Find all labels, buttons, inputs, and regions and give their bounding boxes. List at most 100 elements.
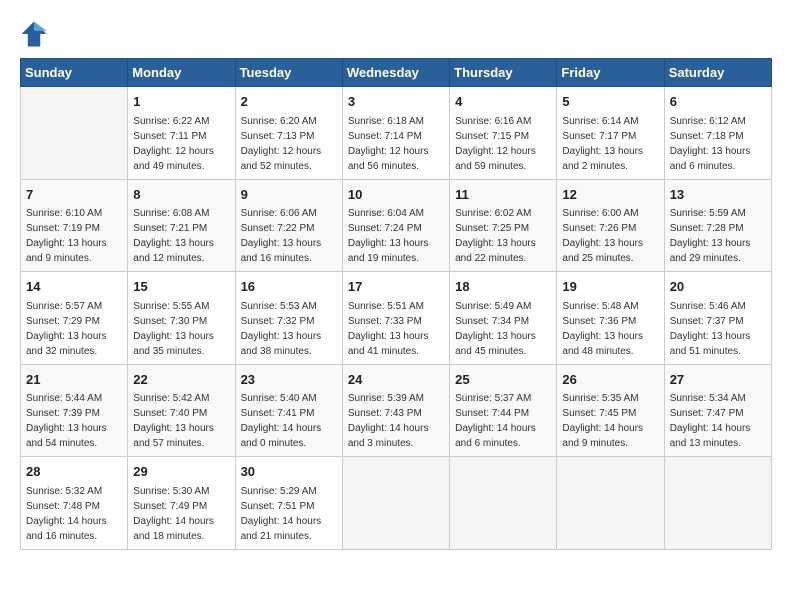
calendar-cell: 3 Sunrise: 6:18 AM Sunset: 7:14 PM Dayli… — [342, 87, 449, 180]
calendar-cell: 19 Sunrise: 5:48 AM Sunset: 7:36 PM Dayl… — [557, 272, 664, 365]
daylight: Daylight: 13 hours and 54 minutes. — [26, 423, 107, 449]
day-number: 12 — [562, 185, 658, 205]
day-number: 15 — [133, 277, 229, 297]
calendar-cell: 28 Sunrise: 5:32 AM Sunset: 7:48 PM Dayl… — [21, 457, 128, 550]
sunset: Sunset: 7:32 PM — [241, 316, 315, 327]
sunset: Sunset: 7:43 PM — [348, 408, 422, 419]
sunset: Sunset: 7:22 PM — [241, 223, 315, 234]
sunset: Sunset: 7:39 PM — [26, 408, 100, 419]
daylight: Daylight: 12 hours and 56 minutes. — [348, 146, 429, 172]
sunrise: Sunrise: 5:53 AM — [241, 301, 317, 312]
daylight: Daylight: 13 hours and 22 minutes. — [455, 238, 536, 264]
sunset: Sunset: 7:19 PM — [26, 223, 100, 234]
calendar-cell — [557, 457, 664, 550]
calendar-cell: 9 Sunrise: 6:06 AM Sunset: 7:22 PM Dayli… — [235, 179, 342, 272]
cell-info: Sunrise: 5:35 AM Sunset: 7:45 PM Dayligh… — [562, 391, 658, 451]
sunset: Sunset: 7:36 PM — [562, 316, 636, 327]
day-number: 22 — [133, 370, 229, 390]
cell-info: Sunrise: 6:12 AM Sunset: 7:18 PM Dayligh… — [670, 114, 766, 174]
cell-info: Sunrise: 5:55 AM Sunset: 7:30 PM Dayligh… — [133, 299, 229, 359]
cell-info: Sunrise: 5:44 AM Sunset: 7:39 PM Dayligh… — [26, 391, 122, 451]
cell-info: Sunrise: 6:14 AM Sunset: 7:17 PM Dayligh… — [562, 114, 658, 174]
cell-info: Sunrise: 6:02 AM Sunset: 7:25 PM Dayligh… — [455, 206, 551, 266]
sunrise: Sunrise: 5:51 AM — [348, 301, 424, 312]
sunrise: Sunrise: 5:48 AM — [562, 301, 638, 312]
day-number: 21 — [26, 370, 122, 390]
day-number: 29 — [133, 462, 229, 482]
daylight: Daylight: 13 hours and 6 minutes. — [670, 146, 751, 172]
sunset: Sunset: 7:21 PM — [133, 223, 207, 234]
sunrise: Sunrise: 6:22 AM — [133, 116, 209, 127]
cell-info: Sunrise: 5:29 AM Sunset: 7:51 PM Dayligh… — [241, 484, 337, 544]
cell-info: Sunrise: 6:04 AM Sunset: 7:24 PM Dayligh… — [348, 206, 444, 266]
day-number: 20 — [670, 277, 766, 297]
daylight: Daylight: 12 hours and 59 minutes. — [455, 146, 536, 172]
sunrise: Sunrise: 6:06 AM — [241, 208, 317, 219]
sunrise: Sunrise: 6:18 AM — [348, 116, 424, 127]
sunrise: Sunrise: 5:55 AM — [133, 301, 209, 312]
calendar-week-row: 21 Sunrise: 5:44 AM Sunset: 7:39 PM Dayl… — [21, 364, 772, 457]
day-number: 23 — [241, 370, 337, 390]
sunset: Sunset: 7:41 PM — [241, 408, 315, 419]
day-number: 2 — [241, 92, 337, 112]
sunrise: Sunrise: 5:32 AM — [26, 486, 102, 497]
sunset: Sunset: 7:28 PM — [670, 223, 744, 234]
sunset: Sunset: 7:44 PM — [455, 408, 529, 419]
daylight: Daylight: 14 hours and 3 minutes. — [348, 423, 429, 449]
sunset: Sunset: 7:47 PM — [670, 408, 744, 419]
sunset: Sunset: 7:45 PM — [562, 408, 636, 419]
sunset: Sunset: 7:29 PM — [26, 316, 100, 327]
weekday-header: Friday — [557, 59, 664, 87]
calendar-cell: 15 Sunrise: 5:55 AM Sunset: 7:30 PM Dayl… — [128, 272, 235, 365]
sunrise: Sunrise: 6:14 AM — [562, 116, 638, 127]
cell-info: Sunrise: 5:57 AM Sunset: 7:29 PM Dayligh… — [26, 299, 122, 359]
calendar-cell: 20 Sunrise: 5:46 AM Sunset: 7:37 PM Dayl… — [664, 272, 771, 365]
weekday-header: Thursday — [450, 59, 557, 87]
daylight: Daylight: 13 hours and 35 minutes. — [133, 331, 214, 357]
day-number: 4 — [455, 92, 551, 112]
day-number: 14 — [26, 277, 122, 297]
cell-info: Sunrise: 6:10 AM Sunset: 7:19 PM Dayligh… — [26, 206, 122, 266]
cell-info: Sunrise: 5:59 AM Sunset: 7:28 PM Dayligh… — [670, 206, 766, 266]
calendar-cell — [450, 457, 557, 550]
weekday-header: Sunday — [21, 59, 128, 87]
day-number: 3 — [348, 92, 444, 112]
day-number: 8 — [133, 185, 229, 205]
calendar-cell: 16 Sunrise: 5:53 AM Sunset: 7:32 PM Dayl… — [235, 272, 342, 365]
sunrise: Sunrise: 6:02 AM — [455, 208, 531, 219]
calendar-cell: 11 Sunrise: 6:02 AM Sunset: 7:25 PM Dayl… — [450, 179, 557, 272]
sunrise: Sunrise: 6:16 AM — [455, 116, 531, 127]
sunset: Sunset: 7:18 PM — [670, 131, 744, 142]
weekday-header: Monday — [128, 59, 235, 87]
cell-info: Sunrise: 6:22 AM Sunset: 7:11 PM Dayligh… — [133, 114, 229, 174]
day-number: 6 — [670, 92, 766, 112]
calendar-cell — [664, 457, 771, 550]
calendar-cell: 17 Sunrise: 5:51 AM Sunset: 7:33 PM Dayl… — [342, 272, 449, 365]
daylight: Daylight: 13 hours and 9 minutes. — [26, 238, 107, 264]
sunrise: Sunrise: 5:57 AM — [26, 301, 102, 312]
daylight: Daylight: 13 hours and 32 minutes. — [26, 331, 107, 357]
calendar-cell: 18 Sunrise: 5:49 AM Sunset: 7:34 PM Dayl… — [450, 272, 557, 365]
day-number: 16 — [241, 277, 337, 297]
sunset: Sunset: 7:30 PM — [133, 316, 207, 327]
daylight: Daylight: 13 hours and 12 minutes. — [133, 238, 214, 264]
cell-info: Sunrise: 5:53 AM Sunset: 7:32 PM Dayligh… — [241, 299, 337, 359]
calendar-cell: 13 Sunrise: 5:59 AM Sunset: 7:28 PM Dayl… — [664, 179, 771, 272]
sunrise: Sunrise: 5:59 AM — [670, 208, 746, 219]
sunrise: Sunrise: 5:39 AM — [348, 393, 424, 404]
sunset: Sunset: 7:49 PM — [133, 501, 207, 512]
cell-info: Sunrise: 5:48 AM Sunset: 7:36 PM Dayligh… — [562, 299, 658, 359]
sunset: Sunset: 7:13 PM — [241, 131, 315, 142]
day-number: 13 — [670, 185, 766, 205]
day-number: 18 — [455, 277, 551, 297]
calendar-cell — [342, 457, 449, 550]
logo-icon — [20, 20, 48, 48]
weekday-header: Wednesday — [342, 59, 449, 87]
cell-info: Sunrise: 5:32 AM Sunset: 7:48 PM Dayligh… — [26, 484, 122, 544]
sunrise: Sunrise: 6:10 AM — [26, 208, 102, 219]
sunset: Sunset: 7:26 PM — [562, 223, 636, 234]
cell-info: Sunrise: 5:51 AM Sunset: 7:33 PM Dayligh… — [348, 299, 444, 359]
daylight: Daylight: 14 hours and 0 minutes. — [241, 423, 322, 449]
weekday-header: Saturday — [664, 59, 771, 87]
sunrise: Sunrise: 5:44 AM — [26, 393, 102, 404]
